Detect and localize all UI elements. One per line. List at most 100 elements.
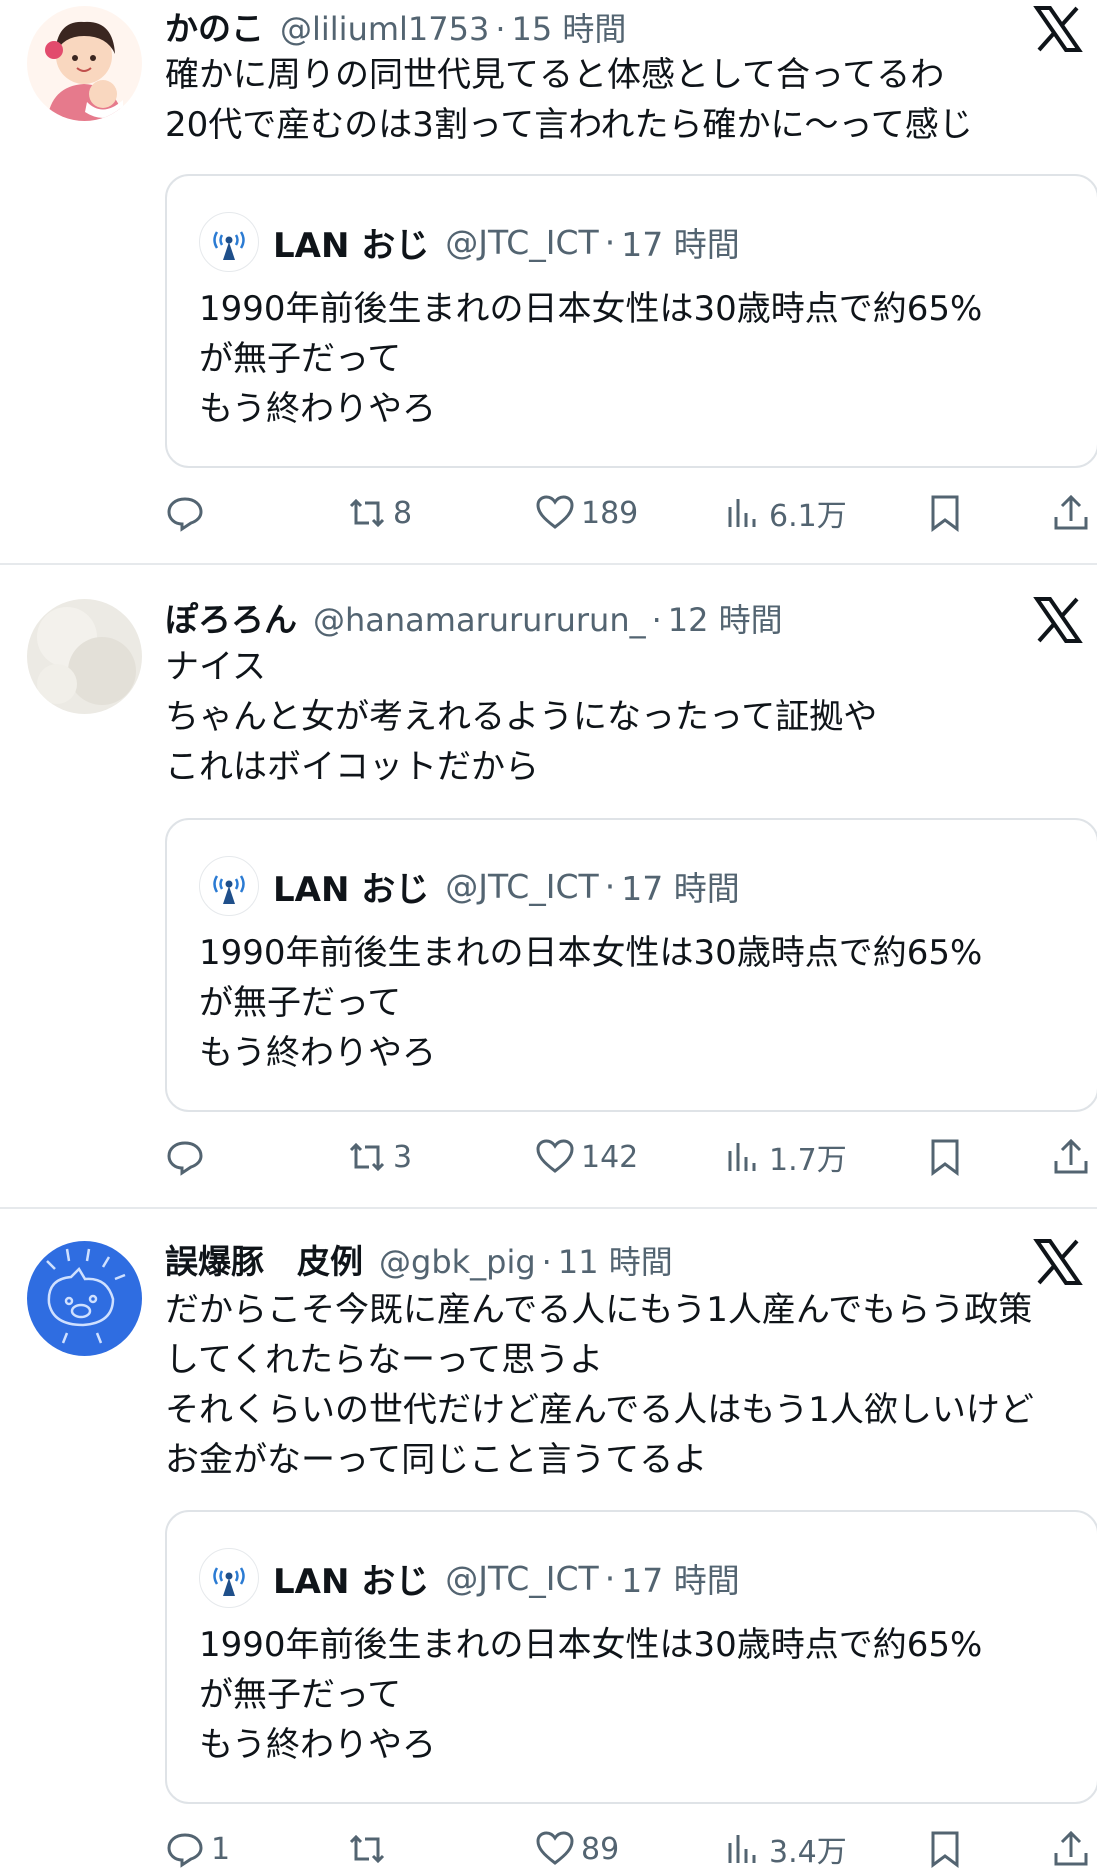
like-button[interactable]: 189: [535, 488, 638, 538]
views-button[interactable]: 6.1万: [723, 488, 847, 538]
quoted-timestamp[interactable]: 17 時間: [621, 1554, 739, 1602]
quoted-text-line: もう終わりやろ: [199, 1033, 436, 1073]
quoted-tweet-header: LAN おじ @JTC_ICT · 17 時間: [199, 1548, 740, 1608]
share-button[interactable]: [1051, 1824, 1097, 1874]
views-icon: [728, 1835, 756, 1863]
bookmark-button[interactable]: [925, 1824, 971, 1874]
quoted-display-name[interactable]: LAN おじ: [273, 1554, 429, 1603]
bookmark-icon: [931, 1831, 959, 1868]
like-count: 189: [581, 495, 639, 531]
like-count: 89: [581, 1831, 620, 1867]
action-bar: 3 142 1.7万: [165, 1132, 1095, 1182]
share-icon: [1054, 1830, 1088, 1866]
quoted-text-line: 1990年前後生まれの日本女性は30歳時点で約65%: [199, 1625, 983, 1665]
quoted-timestamp[interactable]: 17 時間: [621, 862, 739, 910]
reply-icon: [167, 1833, 203, 1868]
timestamp[interactable]: 12 時間: [668, 595, 783, 641]
tweet-text-line: お金がなーって同じこと言うてるよ: [165, 1440, 708, 1480]
quoted-tweet[interactable]: LAN おじ @JTC_ICT · 17 時間 1990年前後生まれの日本女性は…: [165, 174, 1097, 468]
quoted-tweet[interactable]: LAN おじ @JTC_ICT · 17 時間 1990年前後生まれの日本女性は…: [165, 818, 1097, 1112]
quoted-handle[interactable]: @JTC_ICT: [445, 867, 598, 906]
retweet-count: 3: [393, 1139, 413, 1175]
antenna-avatar-icon[interactable]: [199, 856, 259, 916]
tweet-header: かのこ @liliuml1753 · 15 時間: [165, 2, 626, 50]
quoted-tweet-header: LAN おじ @JTC_ICT · 17 時間: [199, 856, 740, 916]
quoted-display-name[interactable]: LAN おじ: [273, 862, 429, 911]
tweet-2[interactable]: ぽろろん @hanamarurururun_ · 12 時間 ナイス ちゃんと女…: [0, 565, 1097, 1210]
retweet-icon: [349, 1142, 385, 1172]
view-count: 6.1万: [769, 499, 847, 534]
user-handle[interactable]: @gbk_pig: [379, 1243, 536, 1281]
tweet-text: 確かに周りの同世代見てると体感として合ってるわ 20代で産むのは3割って言われた…: [165, 50, 1089, 150]
views-button[interactable]: 3.4万: [723, 1824, 847, 1874]
tweet-text-line: 20代で産むのは3割って言われたら確かに〜って感じ: [165, 105, 973, 145]
avatar[interactable]: [27, 6, 142, 121]
quoted-text-line: 1990年前後生まれの日本女性は30歳時点で約65%: [199, 933, 983, 973]
antenna-avatar-icon[interactable]: [199, 212, 259, 272]
tweet-1[interactable]: かのこ @liliuml1753 · 15 時間 確かに周りの同世代見てると体感…: [0, 0, 1097, 565]
reply-icon: [167, 1141, 203, 1176]
quoted-handle[interactable]: @JTC_ICT: [445, 223, 598, 262]
reply-icon: [167, 497, 203, 532]
tweet-text: ナイス ちゃんと女が考えれるようになったって証拠や これはボイコットだから: [165, 642, 1089, 792]
views-button[interactable]: 1.7万: [723, 1132, 847, 1182]
user-handle[interactable]: @liliuml1753: [280, 10, 489, 48]
quoted-text-line: もう終わりやろ: [199, 1725, 436, 1765]
x-logo-icon: [1033, 1239, 1083, 1285]
quoted-text-line: が無子だって: [199, 1675, 402, 1715]
antenna-avatar-icon[interactable]: [199, 1548, 259, 1608]
tweet-text-line: これはボイコットだから: [165, 747, 539, 787]
display-name[interactable]: かのこ: [165, 2, 264, 50]
tweet-text: だからこそ今既に産んでる人にもう1人産んでもらう政策 してくれたらなーって思うよ…: [165, 1285, 1089, 1485]
user-handle[interactable]: @hanamarurururun_: [313, 601, 646, 639]
quoted-tweet[interactable]: LAN おじ @JTC_ICT · 17 時間 1990年前後生まれの日本女性は…: [165, 1510, 1097, 1804]
retweet-icon: [349, 498, 385, 528]
like-icon: [536, 495, 574, 529]
tweet-header: 誤爆豚 皮例 @gbk_pig · 11 時間: [165, 1235, 673, 1283]
reply-button[interactable]: [165, 1132, 211, 1182]
share-button[interactable]: [1051, 1132, 1097, 1182]
quoted-handle[interactable]: @JTC_ICT: [445, 1559, 598, 1598]
tweet-3[interactable]: 誤爆豚 皮例 @gbk_pig · 11 時間 だからこそ今既に産んでる人にもう…: [0, 1209, 1097, 1876]
like-button[interactable]: 89: [535, 1824, 619, 1874]
like-button[interactable]: 142: [535, 1132, 638, 1182]
tweet-text-line: ちゃんと女が考えれるようになったって証拠や: [165, 697, 878, 737]
display-name[interactable]: ぽろろん: [165, 593, 297, 641]
bookmark-button[interactable]: [925, 488, 971, 538]
quoted-tweet-text: 1990年前後生まれの日本女性は30歳時点で約65% が無子だって もう終わりや…: [199, 284, 982, 434]
avatar[interactable]: [27, 1241, 142, 1356]
timestamp[interactable]: 15 時間: [512, 4, 627, 50]
like-count: 142: [581, 1139, 639, 1175]
view-count: 3.4万: [769, 1835, 847, 1870]
quoted-timestamp[interactable]: 17 時間: [621, 218, 739, 266]
share-icon: [1054, 494, 1088, 530]
timestamp[interactable]: 11 時間: [558, 1237, 673, 1283]
display-name[interactable]: 誤爆豚 皮例: [165, 1235, 363, 1283]
retweet-button[interactable]: 8: [347, 488, 412, 538]
separator-dot: ·: [495, 10, 506, 48]
tweet-text-line: してくれたらなーって思うよ: [165, 1340, 604, 1380]
separator-dot: ·: [651, 601, 662, 639]
separator-dot: ·: [604, 866, 616, 906]
quoted-text-line: 1990年前後生まれの日本女性は30歳時点で約65%: [199, 289, 983, 329]
quoted-tweet-text: 1990年前後生まれの日本女性は30歳時点で約65% が無子だって もう終わりや…: [199, 1620, 982, 1770]
quoted-tweet-text: 1990年前後生まれの日本女性は30歳時点で約65% が無子だって もう終わりや…: [199, 928, 982, 1078]
retweet-count: 8: [393, 495, 413, 531]
bookmark-button[interactable]: [925, 1132, 971, 1182]
retweet-button[interactable]: [347, 1824, 393, 1874]
views-icon: [728, 499, 756, 527]
tweet-text-line: 確かに周りの同世代見てると体感として合ってるわ: [165, 55, 945, 95]
reply-button[interactable]: 1: [165, 1824, 230, 1874]
share-icon: [1054, 1138, 1088, 1174]
quoted-display-name[interactable]: LAN おじ: [273, 218, 429, 267]
views-icon: [728, 1143, 756, 1171]
reply-count: 1: [211, 1831, 231, 1867]
share-button[interactable]: [1051, 488, 1097, 538]
bookmark-icon: [931, 1139, 959, 1176]
reply-button[interactable]: [165, 488, 211, 538]
retweet-button[interactable]: 3: [347, 1132, 412, 1182]
tweet-text-line: それくらいの世代だけど産んでる人はもう1人欲しいけど: [165, 1390, 1034, 1430]
separator-dot: ·: [604, 222, 616, 262]
avatar[interactable]: [27, 599, 142, 714]
separator-dot: ·: [541, 1243, 552, 1281]
